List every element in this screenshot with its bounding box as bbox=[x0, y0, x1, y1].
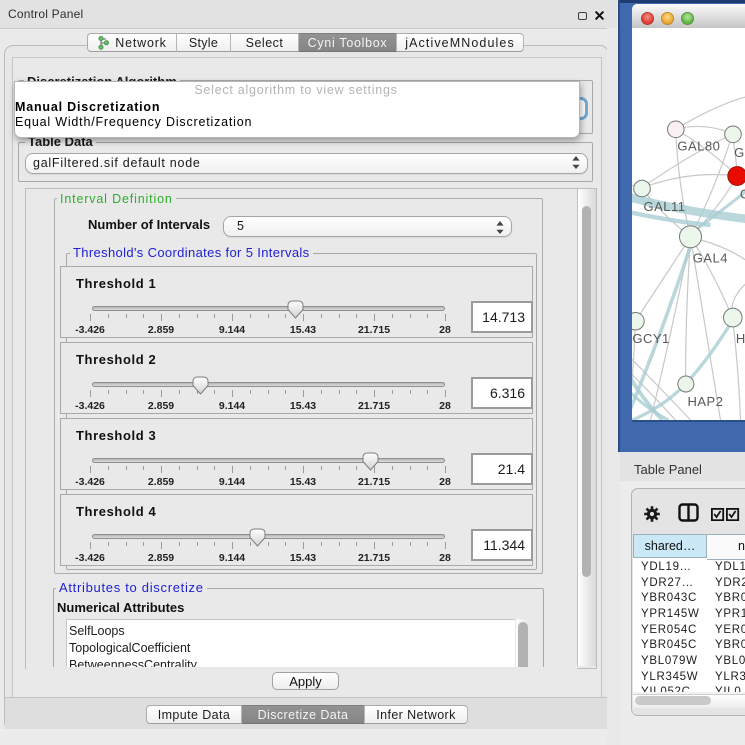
svg-text:H: H bbox=[735, 331, 745, 346]
svg-text:GAL11: GAL11 bbox=[643, 199, 685, 214]
svg-text:GAL4: GAL4 bbox=[692, 250, 727, 265]
svg-text:C: C bbox=[739, 187, 745, 202]
svg-text:GAL80: GAL80 bbox=[677, 139, 720, 154]
svg-text:HAP2: HAP2 bbox=[687, 394, 723, 409]
svg-text:G.: G. bbox=[734, 145, 745, 160]
svg-text:GCY1: GCY1 bbox=[632, 331, 669, 346]
